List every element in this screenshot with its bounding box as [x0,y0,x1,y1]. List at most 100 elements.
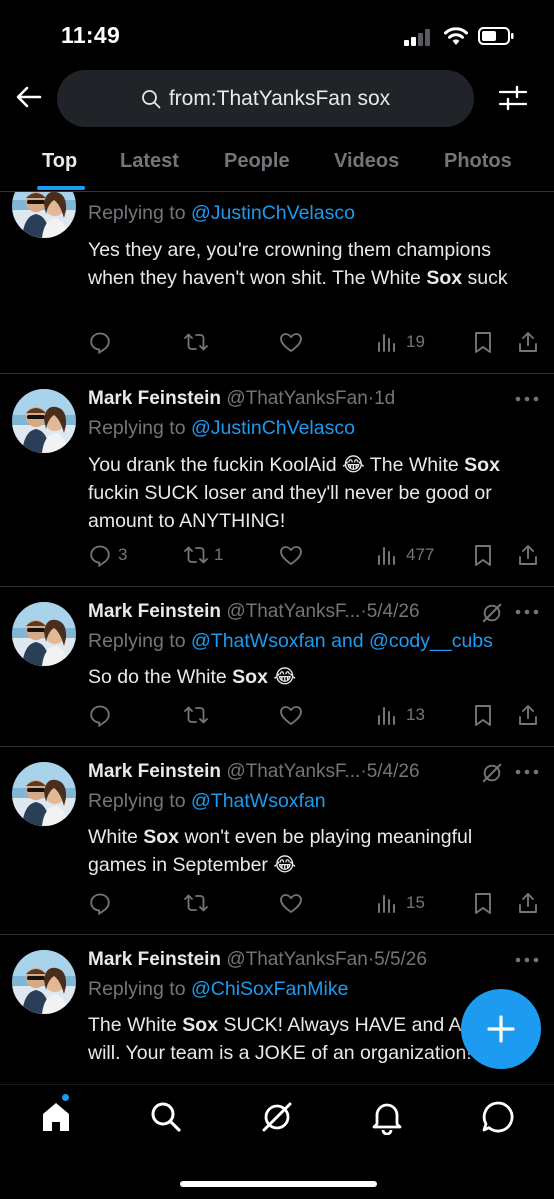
views-button[interactable]: 477 [376,542,434,568]
tweet-text: White Sox won't even be playing meaningf… [88,823,528,879]
mention-link[interactable]: @ChiSoxFanMike [191,978,348,1000]
bookmark-button[interactable] [471,702,495,728]
share-icon [516,330,540,354]
tweet-header: Mark Feinstein @ThatYanksFan·5/5/26 [88,949,427,971]
search-icon[interactable] [148,1099,184,1135]
heart-icon [279,330,303,354]
more-options-icon[interactable] [514,395,540,403]
compose-button[interactable] [461,989,541,1069]
repost-button[interactable] [184,702,214,728]
replying-to: Replying to @ThatWsoxfan and @cody__cubs [88,630,493,653]
views-icon [376,703,400,727]
tab-top[interactable]: Top [42,150,77,173]
share-icon [516,891,540,915]
home-icon[interactable] [38,1099,74,1135]
tweet[interactable]: Mark Feinstein @ThatYanksFan·1d Replying… [0,374,554,587]
search-term-highlight: Sox [464,454,500,476]
bookmark-icon [471,330,495,354]
tweet-timestamp[interactable]: ·5/5/26 [368,949,427,970]
tweet[interactable]: Mark Feinstein @ThatYanksF...·5/4/26 Rep… [0,587,554,747]
replying-to: Replying to @ThatWsoxfan [88,790,326,813]
search-icon [141,89,161,108]
more-options-icon[interactable] [514,768,540,776]
reply-count: 3 [118,545,128,564]
grok-icon[interactable] [481,602,503,624]
wifi-icon [444,27,468,45]
chat-icon[interactable] [480,1099,516,1135]
views-button[interactable]: 15 [376,890,425,916]
repost-button[interactable] [184,890,214,916]
tab-latest[interactable]: Latest [120,150,179,173]
reply-icon [88,703,112,727]
bookmark-button[interactable] [471,329,495,355]
reply-button[interactable] [88,329,118,355]
author-name[interactable]: Mark Feinstein [88,601,221,622]
reply-button[interactable] [88,890,118,916]
share-button[interactable] [516,329,540,355]
tab-videos[interactable]: Videos [334,150,399,173]
tweet-header: Mark Feinstein @ThatYanksF...·5/4/26 [88,601,420,623]
avatar[interactable] [12,602,76,666]
tweet-text-part: White [88,826,144,848]
search-input[interactable]: from:ThatYanksFan sox [57,70,474,127]
reply-icon [88,891,112,915]
mention-link[interactable]: @JustinChVelasco [191,417,355,439]
reply-button[interactable] [88,702,118,728]
bookmark-button[interactable] [471,542,495,568]
bell-icon[interactable] [369,1099,405,1135]
share-icon [516,703,540,727]
author-handle[interactable]: @ThatYanksFan [226,388,367,409]
heart-icon [279,543,303,567]
avatar[interactable] [12,950,76,1014]
author-name[interactable]: Mark Feinstein [88,949,221,970]
more-options-icon[interactable] [514,956,540,964]
author-name[interactable]: Mark Feinstein [88,761,221,782]
search-results-feed[interactable]: Replying to @JustinChVelasco Yes they ar… [0,192,554,1084]
replying-label: Replying to [88,417,191,439]
share-button[interactable] [516,542,540,568]
reply-icon [88,330,112,354]
repost-button[interactable] [184,329,214,355]
bottom-navigation [0,1084,554,1199]
home-indicator [180,1181,377,1187]
like-button[interactable] [279,329,303,355]
tweet-timestamp[interactable]: ·5/4/26 [360,601,419,622]
mention-link[interactable]: @ThatWsoxfan [191,790,326,812]
author-name[interactable]: Mark Feinstein [88,388,221,409]
bookmark-icon [471,891,495,915]
avatar[interactable] [12,389,76,453]
active-tab-indicator [37,186,85,190]
tweet-timestamp[interactable]: ·1d [368,388,395,409]
reply-button[interactable]: 3 [88,542,127,568]
heart-icon [279,703,303,727]
avatar[interactable] [12,762,76,826]
like-button[interactable] [279,702,303,728]
more-options-icon[interactable] [514,608,540,616]
grok-icon[interactable] [259,1099,295,1135]
grok-icon[interactable] [481,762,503,784]
like-button[interactable] [279,542,303,568]
views-button[interactable]: 13 [376,702,425,728]
mention-link[interactable]: @ThatWsoxfan and @cody__cubs [191,630,493,652]
author-handle[interactable]: @ThatYanksFan [226,949,367,970]
like-button[interactable] [279,890,303,916]
replying-label: Replying to [88,790,191,812]
tweet[interactable]: Mark Feinstein @ThatYanksF...·5/4/26 Rep… [0,747,554,935]
tweet-timestamp[interactable]: ·5/4/26 [360,761,419,782]
avatar[interactable] [12,192,76,238]
share-button[interactable] [516,702,540,728]
tweet[interactable]: Replying to @JustinChVelasco Yes they ar… [0,192,554,374]
author-handle[interactable]: @ThatYanksF... [226,761,360,782]
arrow-left-icon[interactable] [14,82,44,112]
repost-button[interactable]: 1 [184,542,223,568]
sliders-icon[interactable] [498,84,528,112]
bookmark-button[interactable] [471,890,495,916]
share-button[interactable] [516,890,540,916]
tab-photos[interactable]: Photos [444,150,512,173]
views-button[interactable]: 19 [376,329,425,355]
repost-icon [184,330,208,354]
view-count: 15 [406,893,425,912]
mention-link[interactable]: @JustinChVelasco [191,202,355,224]
tab-people[interactable]: People [224,150,290,173]
author-handle[interactable]: @ThatYanksF... [226,601,360,622]
